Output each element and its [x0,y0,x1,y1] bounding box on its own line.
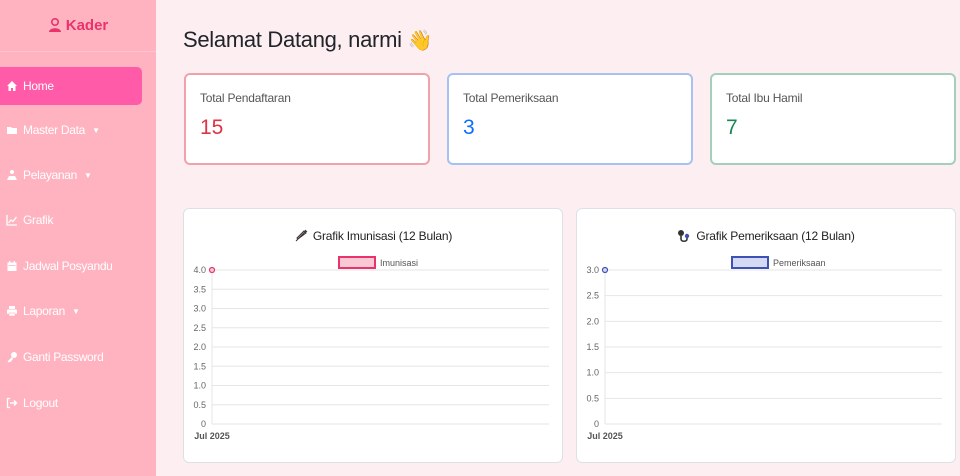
chart-svg: Imunisasi 4.0 3.5 3.0 2.5 2.0 1.5 1.0 0.5 0 Jul 20… [193,256,549,441]
home-icon [7,81,17,91]
sidebar-item-label: Master Data [23,123,86,137]
caret-down-icon: ▼ [71,306,80,316]
sidebar: Kader Home Master Data ▼ Pelayanan ▼ Grafik Ja… [0,0,156,476]
caret-down-icon: ▼ [84,170,92,180]
y-tick-label: 0 [201,419,206,429]
sidebar-item-label: Laporan [23,304,65,318]
sidebar-item-label: Jadwal Posyandu [23,259,113,273]
sidebar-item-label: Pelayanan [23,168,78,182]
print-icon [7,306,17,317]
sidebar-item-label: Grafik [23,213,54,227]
logout-icon [6,397,18,409]
y-tick-label: 2.5 [586,291,599,301]
y-tick-label: 3.0 [586,265,599,275]
brand[interactable]: Kader [0,0,156,52]
chart-card-imunisasi: Grafik Imunisasi (12 Bulan) Imunisasi 4.0… [183,208,563,463]
stat-card-ibu-hamil: Total Ibu Hamil 7 [710,73,956,165]
y-tick-label: 2.0 [586,316,599,326]
stat-value: 7 [726,116,738,139]
greeting-text: Selamat Datang, narmi [183,27,402,52]
y-tick-label: 3.5 [193,284,206,294]
folder-icon [7,127,17,134]
sidebar-item-laporan[interactable]: Laporan ▼ [0,292,142,330]
legend-swatch [731,256,769,269]
stat-label: Total Pemeriksaan [463,91,559,105]
y-tick-label: 1.0 [586,368,599,378]
data-point[interactable] [601,266,609,274]
welcome-heading: Selamat Datang, narmi 👋 [183,27,433,53]
sidebar-item-label: Home [23,79,54,93]
y-tick-label: 1.5 [193,361,206,371]
brand-label: Kader [65,17,109,34]
data-point[interactable] [208,266,216,274]
y-tick-label: 2.5 [193,323,206,333]
user-icon [48,18,61,32]
chart-svg: Pemeriksaan 3.0 2.5 2.0 1.5 1.0 0.5 0 Jul 2025 [586,256,942,441]
sidebar-item-ganti-password[interactable]: Ganti Password [0,338,142,376]
caret-down-icon: ▼ [92,125,100,135]
chart-line-icon [6,215,18,226]
sidebar-item-label: Logout [23,396,58,410]
y-tick-label: 4.0 [193,265,206,275]
chart-card-pemeriksaan: Grafik Pemeriksaan (12 Bulan) Pemeriksaa… [576,208,956,463]
sidebar-item-label: Ganti Password [23,350,104,364]
waving-hand-icon: 👋 [407,29,433,52]
y-tick-label: 2.0 [193,342,206,352]
x-tick-label: Jul 2025 [194,431,230,441]
legend-label: Pemeriksaan [773,258,826,268]
sidebar-item-pelayanan[interactable]: Pelayanan ▼ [0,156,142,194]
legend-swatch [338,256,376,269]
stat-label: Total Pendaftaran [200,91,291,105]
x-tick-label: Jul 2025 [587,431,623,441]
y-tick-label: 3.0 [193,304,206,314]
sidebar-item-jadwal-posyandu[interactable]: Jadwal Posyandu [0,247,142,285]
sidebar-item-master-data[interactable]: Master Data ▼ [0,111,142,149]
y-tick-label: 1.0 [193,381,206,391]
service-icon [7,170,17,180]
key-icon [7,352,17,363]
sidebar-item-logout[interactable]: Logout [0,384,142,422]
stat-value: 15 [200,116,224,139]
legend[interactable]: Imunisasi [338,256,418,269]
sidebar-item-home[interactable]: Home [0,67,142,105]
legend-label: Imunisasi [380,258,418,268]
main-content: Selamat Datang, narmi 👋 Total Pendaftara… [156,0,960,476]
calendar-icon [7,261,17,271]
stat-card-pemeriksaan: Total Pemeriksaan 3 [447,73,693,165]
y-tick-label: 0.5 [586,393,599,403]
y-tick-label: 1.5 [586,342,599,352]
stat-card-pendaftaran: Total Pendaftaran 15 [184,73,430,165]
sidebar-item-grafik[interactable]: Grafik [0,201,142,239]
stat-label: Total Ibu Hamil [726,91,803,105]
legend[interactable]: Pemeriksaan [731,256,826,269]
stat-value: 3 [463,116,475,139]
y-tick-label: 0.5 [193,400,206,410]
y-tick-label: 0 [594,419,599,429]
